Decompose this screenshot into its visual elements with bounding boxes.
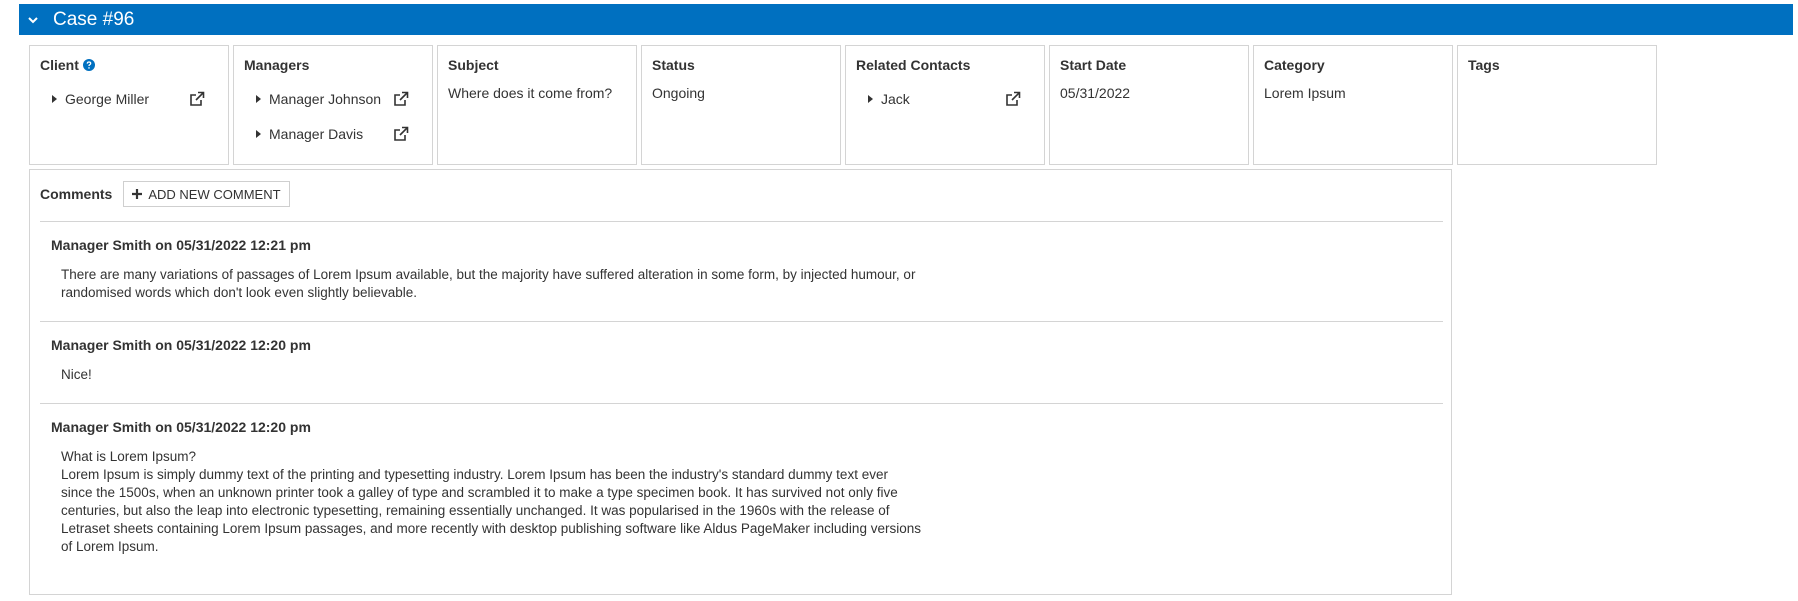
- client-card: Client George Miller: [29, 45, 229, 165]
- case-title: Case #96: [53, 8, 135, 30]
- comment-author: Manager Smith on 05/31/2022 12:21 pm: [51, 237, 311, 253]
- comment-body: There are many variations of passages of…: [61, 267, 916, 300]
- comment-item: Manager Smith on 05/31/2022 12:20 pm Nic…: [40, 321, 1443, 403]
- tags-card: Tags: [1457, 45, 1657, 165]
- question-circle-icon[interactable]: [82, 59, 95, 71]
- client-label-text: Client: [40, 57, 79, 73]
- status-value: Ongoing: [652, 85, 705, 101]
- tags-label: Tags: [1468, 57, 1500, 73]
- external-link-icon[interactable]: [1004, 90, 1022, 108]
- case-header[interactable]: Case #96: [19, 4, 1793, 35]
- external-link-icon[interactable]: [392, 125, 410, 143]
- related-contacts-card: Related Contacts Jack: [845, 45, 1045, 165]
- start-date-value: 05/31/2022: [1060, 85, 1131, 101]
- subject-value: Where does it come from?: [448, 85, 613, 101]
- related-contacts-label: Related Contacts: [856, 57, 971, 73]
- plus-icon: [132, 189, 143, 199]
- comments-toolbar: Comments ADD NEW COMMENT: [40, 181, 290, 207]
- caret-right-icon[interactable]: [49, 94, 59, 104]
- managers-card: Managers Manager Johnson Manager Davis: [233, 45, 433, 165]
- comments-title: Comments: [40, 186, 113, 202]
- status-card: Status Ongoing: [641, 45, 841, 165]
- manager-item[interactable]: Manager Davis: [244, 124, 422, 144]
- case-fields: Client George Miller Managers Manager Jo…: [29, 45, 1657, 165]
- comment-author: Manager Smith on 05/31/2022 12:20 pm: [51, 419, 311, 435]
- caret-right-icon[interactable]: [865, 94, 875, 104]
- category-value: Lorem Ipsum: [1264, 85, 1346, 101]
- subject-label: Subject: [448, 57, 499, 73]
- manager-name: Manager Johnson: [269, 91, 382, 107]
- client-label: Client: [40, 56, 218, 74]
- comment-body: What is Lorem Ipsum? Lorem Ipsum is simp…: [61, 449, 921, 554]
- managers-label: Managers: [244, 57, 310, 73]
- comment-item: Manager Smith on 05/31/2022 12:20 pm Wha…: [40, 403, 1443, 575]
- add-comment-label: ADD NEW COMMENT: [148, 186, 281, 202]
- start-date-card: Start Date 05/31/2022: [1049, 45, 1249, 165]
- comment-list: Manager Smith on 05/31/2022 12:21 pm The…: [40, 221, 1443, 575]
- contact-item[interactable]: Jack: [856, 89, 1034, 109]
- comment-body: Nice!: [61, 367, 92, 382]
- client-item[interactable]: George Miller: [40, 89, 218, 109]
- start-date-label: Start Date: [1060, 57, 1127, 73]
- client-name: George Miller: [65, 91, 150, 107]
- manager-name: Manager Davis: [269, 126, 364, 142]
- status-label: Status: [652, 57, 695, 73]
- contact-name: Jack: [881, 91, 910, 107]
- manager-item[interactable]: Manager Johnson: [244, 89, 422, 109]
- external-link-icon[interactable]: [392, 90, 410, 108]
- comment-author: Manager Smith on 05/31/2022 12:20 pm: [51, 337, 311, 353]
- category-label: Category: [1264, 57, 1325, 73]
- caret-right-icon[interactable]: [253, 94, 263, 104]
- category-card: Category Lorem Ipsum: [1253, 45, 1453, 165]
- chevron-down-icon[interactable]: [26, 13, 40, 27]
- comments-panel: Comments ADD NEW COMMENT Manager Smith o…: [29, 169, 1452, 595]
- subject-card: Subject Where does it come from?: [437, 45, 637, 165]
- external-link-icon[interactable]: [188, 90, 206, 108]
- caret-right-icon[interactable]: [253, 129, 263, 139]
- add-comment-button[interactable]: ADD NEW COMMENT: [123, 181, 290, 207]
- comment-item: Manager Smith on 05/31/2022 12:21 pm The…: [40, 221, 1443, 321]
